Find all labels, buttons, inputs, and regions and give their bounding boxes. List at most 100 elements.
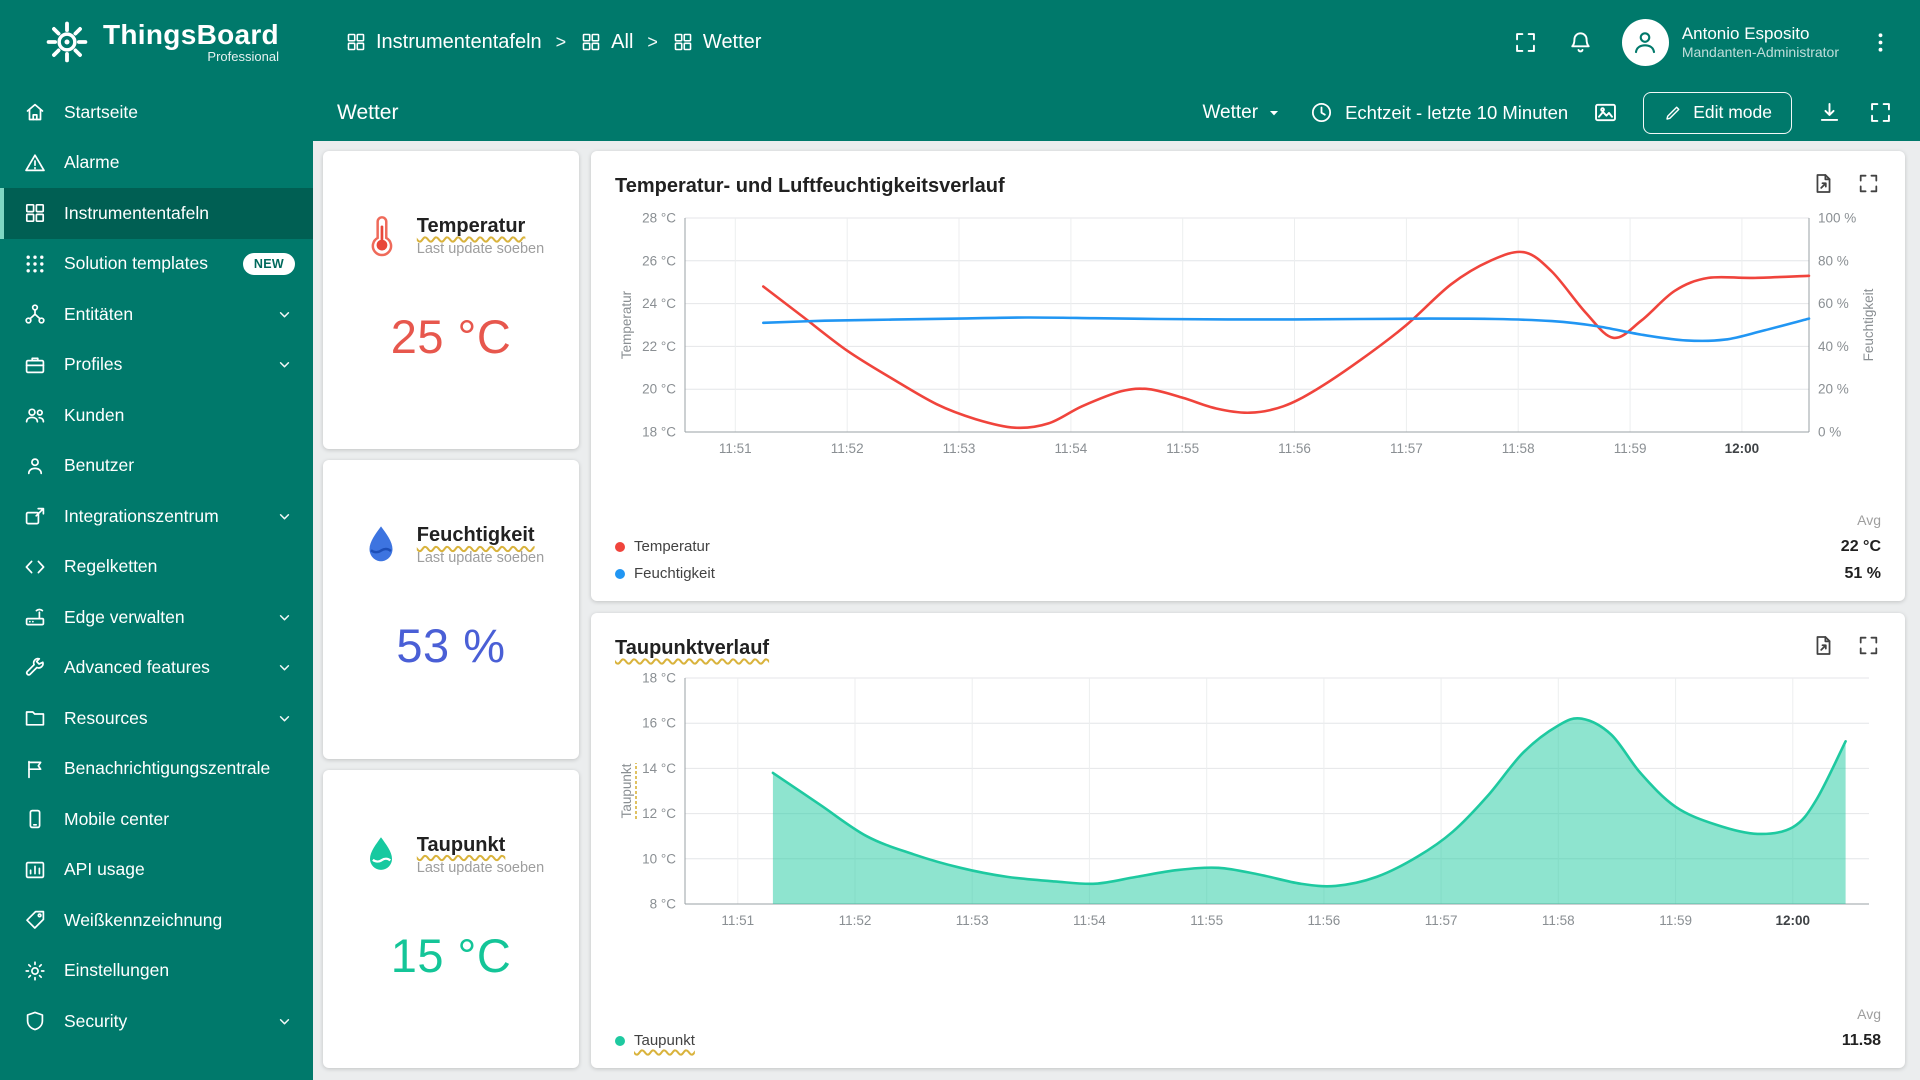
thingsboard-logo[interactable]: ThingsBoard Professional: [0, 19, 313, 65]
sidebar-item-benachrichtigungszentrale[interactable]: Benachrichtigungszentrale: [0, 744, 313, 795]
sidebar-item-label: Mobile center: [64, 809, 295, 830]
fullscreen-icon[interactable]: [1867, 99, 1894, 126]
value-widget-taupunkt: TaupunktLast update soeben15 °C: [323, 770, 579, 1068]
sidebar-item-label: Benutzer: [64, 455, 295, 476]
legend-item-temperatur[interactable]: Temperatur: [615, 533, 715, 560]
dashboard-toolbar-actions: Wetter Echtzeit - letzte 10 Minuten Edit m…: [1202, 92, 1894, 134]
sidebar-item-label: Startseite: [64, 102, 295, 123]
svg-text:11:56: 11:56: [1278, 441, 1311, 456]
svg-text:80 %: 80 %: [1818, 253, 1849, 268]
edge-icon: [23, 605, 47, 629]
mobile-icon: [23, 807, 47, 831]
pencil-icon: [1663, 103, 1683, 123]
avg-value: 11.58: [1842, 1027, 1881, 1054]
sidebar-item-profiles[interactable]: Profiles: [0, 340, 313, 391]
bell-icon[interactable]: [1567, 29, 1594, 56]
svg-text:11:56: 11:56: [1308, 913, 1341, 928]
svg-text:11:52: 11:52: [831, 441, 864, 456]
svg-text:22 °C: 22 °C: [642, 339, 676, 354]
security-icon: [23, 1009, 47, 1033]
legend-dot: [615, 1036, 625, 1046]
chevron-down-icon: [274, 354, 295, 375]
sidebar-item-label: Instrumententafeln: [64, 203, 295, 224]
tools-icon: [23, 656, 47, 680]
avatar: [1622, 19, 1669, 66]
svg-text:10 °C: 10 °C: [642, 851, 676, 866]
file-export-icon[interactable]: [1811, 633, 1836, 658]
sidebar-item-solution-templates[interactable]: Solution templates NEW: [0, 239, 313, 290]
chevron-down-icon: [274, 607, 295, 628]
svg-text:Feuchtigkeit: Feuchtigkeit: [1861, 288, 1876, 361]
avg-value: 22 °C: [1841, 533, 1881, 560]
sidebar-item-label: Security: [64, 1011, 257, 1032]
sidebar-item-label: Benachrichtigungszentrale: [64, 758, 295, 779]
chevron-down-icon: [274, 304, 295, 325]
sidebar-item-einstellungen[interactable]: Einstellungen: [0, 946, 313, 997]
svg-text:26 °C: 26 °C: [642, 253, 676, 268]
avg-header: Avg: [1857, 506, 1881, 533]
alert-icon: [23, 151, 47, 175]
kebab-icon[interactable]: [1867, 29, 1894, 56]
breadcrumb-item-all[interactable]: All: [580, 31, 633, 54]
file-export-icon[interactable]: [1811, 171, 1836, 196]
sidebar-item-resources[interactable]: Resources: [0, 693, 313, 744]
sidebar-item-label: Solution templates: [64, 253, 226, 274]
legend-label: Feuchtigkeit: [634, 565, 715, 582]
sidebar-item-regelketten[interactable]: Regelketten: [0, 542, 313, 593]
timewindow-label: Echtzeit - letzte 10 Minuten: [1345, 102, 1568, 124]
sidebar: Startseite Alarme Instrumententafeln Soluti…: [0, 84, 313, 1080]
sidebar-item-startseite[interactable]: Startseite: [0, 87, 313, 138]
timewindow-button[interactable]: Echtzeit - letzte 10 Minuten: [1309, 100, 1568, 125]
edit-mode-button[interactable]: Edit mode: [1643, 92, 1792, 134]
image-icon[interactable]: [1592, 99, 1619, 126]
sidebar-item-label: Integrationszentrum: [64, 506, 257, 527]
widget-value: 15 °C: [391, 928, 512, 983]
svg-text:11:52: 11:52: [839, 913, 872, 928]
home-icon: [23, 100, 47, 124]
sidebar-item-alarme[interactable]: Alarme: [0, 138, 313, 189]
sidebar-item-edge-verwalten[interactable]: Edge verwalten: [0, 592, 313, 643]
svg-text:11:59: 11:59: [1659, 913, 1692, 928]
legend-label: Temperatur: [634, 538, 710, 555]
dashboard-title: Wetter: [337, 101, 398, 125]
widget-subtitle: Last update soeben: [417, 550, 544, 566]
sidebar-item-advanced-features[interactable]: Advanced features: [0, 643, 313, 694]
white-label-icon: [23, 908, 47, 932]
sidebar-item-kunden[interactable]: Kunden: [0, 390, 313, 441]
sidebar-item-security[interactable]: Security: [0, 996, 313, 1047]
user-menu[interactable]: Antonio EspositoMandanten-Administrator: [1622, 19, 1839, 66]
fullscreen-icon[interactable]: [1856, 633, 1881, 658]
dashboard-state-select[interactable]: Wetter: [1202, 102, 1285, 124]
sidebar-item-label: Einstellungen: [64, 960, 295, 981]
svg-text:18 °C: 18 °C: [642, 671, 676, 686]
svg-text:Taupunkt: Taupunkt: [619, 763, 634, 818]
sidebar-item-label: Alarme: [64, 152, 295, 173]
sidebar-item-entit-ten[interactable]: Entitäten: [0, 289, 313, 340]
svg-text:0 %: 0 %: [1818, 425, 1841, 440]
app-name: ThingsBoard: [103, 20, 279, 49]
fullscreen-icon[interactable]: [1856, 171, 1881, 196]
sidebar-item-integrationszentrum[interactable]: Integrationszentrum: [0, 491, 313, 542]
legend-dot: [615, 569, 625, 579]
sidebar-item-label: Resources: [64, 708, 257, 729]
sidebar-item-mobile-center[interactable]: Mobile center: [0, 794, 313, 845]
main-area: Wetter Wetter Echtzeit - letzte 10 Minute…: [313, 84, 1920, 1080]
entities-icon: [23, 302, 47, 326]
breadcrumb-item-instrumententafeln[interactable]: Instrumententafeln: [345, 31, 542, 54]
sidebar-item-label: Advanced features: [64, 657, 257, 678]
svg-text:11:54: 11:54: [1073, 913, 1106, 928]
sidebar-item-instrumententafeln[interactable]: Instrumententafeln: [0, 188, 313, 239]
fullscreen-icon[interactable]: [1512, 29, 1539, 56]
sidebar-item-benutzer[interactable]: Benutzer: [0, 441, 313, 492]
breadcrumb-separator: >: [556, 32, 567, 53]
sidebar-item-label: Edge verwalten: [64, 607, 257, 628]
breadcrumb-item-wetter: Wetter: [672, 31, 762, 54]
new-badge: NEW: [243, 253, 295, 275]
download-icon[interactable]: [1816, 99, 1843, 126]
dew-drop-icon: [358, 832, 404, 878]
sidebar-item-wei-kennzeichnung[interactable]: Weißkennzeichnung: [0, 895, 313, 946]
sidebar-item-api-usage[interactable]: API usage: [0, 845, 313, 896]
legend-item-taupunkt[interactable]: Taupunkt: [615, 1027, 695, 1054]
chart-title: Temperatur- und Luftfeuchtigkeitsverlauf: [615, 175, 1005, 198]
legend-item-feuchtigkeit[interactable]: Feuchtigkeit: [615, 560, 715, 587]
